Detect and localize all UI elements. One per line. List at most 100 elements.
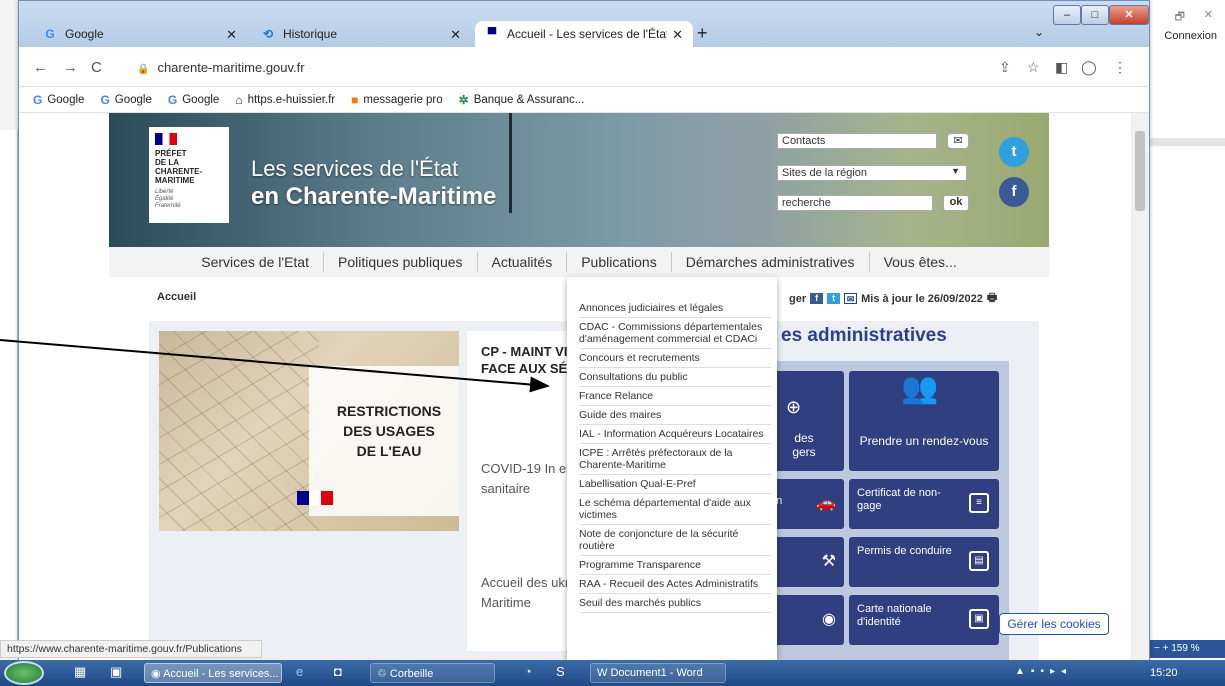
menu-item-concours[interactable]: Concours et recrutements: [579, 349, 771, 368]
tab-accueil-active[interactable]: ▀ Accueil - Les services de l'État en ✕: [475, 21, 693, 47]
bookmark-label: messagerie pro: [363, 93, 443, 106]
tile-certificat-non-gage[interactable]: Certificat de non-gage ≡: [849, 479, 999, 529]
taskbar-recycle-bin[interactable]: ♲ Corbeille: [370, 663, 495, 683]
star-icon[interactable]: ☆: [1027, 59, 1040, 76]
close-window-button[interactable]: ✕: [1109, 5, 1149, 25]
menu-item-qual-e-pref[interactable]: Labellisation Qual-E-Pref: [579, 475, 771, 494]
menu-item-france-relance[interactable]: France Relance: [579, 387, 771, 406]
forward-icon[interactable]: →: [63, 59, 78, 76]
bookmarks-bar: G Google G Google G Google ⌂ https.e-huissie…: [19, 87, 1149, 113]
sites-region-select[interactable]: Sites de la région ▼: [777, 165, 967, 181]
menu-item-seuil-marches[interactable]: Seuil des marchés publics: [579, 594, 771, 613]
url-field[interactable]: 🔒 charente-maritime.gouv.fr: [129, 56, 979, 80]
menu-item-schema-victimes[interactable]: Le schéma départemental d'aide aux victi…: [579, 494, 771, 525]
sidepanel-icon[interactable]: ◧: [1055, 59, 1068, 76]
nav-vous-etes[interactable]: Vous êtes...: [870, 252, 971, 272]
bookmark-banque[interactable]: ✲ Banque & Assuranc...: [459, 91, 585, 108]
menu-item-raa[interactable]: RAA - Recueil des Actes Administratifs: [579, 575, 771, 594]
menu-item-transparence[interactable]: Programme Transparence: [579, 556, 771, 575]
google-icon: G: [45, 27, 55, 41]
status-bar-url: https://www.charente-maritime.gouv.fr/Pu…: [0, 640, 262, 658]
site-title[interactable]: Les services de l'État en Charente-Marit…: [251, 155, 496, 211]
close-tab-icon[interactable]: ✕: [450, 27, 461, 43]
twitter-icon[interactable]: t: [999, 137, 1029, 167]
minimize-button[interactable]: –: [1053, 5, 1081, 25]
tab-historique[interactable]: ⟲ Historique ✕: [251, 21, 471, 47]
word-restore-icon[interactable]: 🗗: [1175, 8, 1185, 27]
twitter-share-icon[interactable]: t: [827, 293, 841, 304]
select-value: Sites de la région: [782, 167, 867, 179]
share-icon[interactable]: ⇪: [999, 59, 1011, 76]
facebook-share-icon[interactable]: f: [810, 293, 824, 304]
tile-rendez-vous[interactable]: 👥 Prendre un rendez-vous: [849, 371, 999, 471]
taskbar-word[interactable]: W Document1 - Word: [590, 663, 726, 683]
contacts-field[interactable]: Contacts: [777, 133, 937, 149]
mail-icon[interactable]: ✉: [947, 133, 969, 149]
mail-share-icon[interactable]: ✉: [844, 293, 858, 304]
tile-label: Permis de conduire: [857, 545, 952, 557]
word-zoom-level[interactable]: − + 159 %: [1148, 640, 1225, 658]
system-tray-icons[interactable]: ▲▪▪▸◂: [1015, 666, 1072, 677]
desktop-icon[interactable]: ▦: [74, 664, 86, 680]
explorer-icon[interactable]: ▣: [110, 664, 122, 680]
nav-demarches[interactable]: Démarches administratives: [672, 252, 870, 272]
skype-icon[interactable]: S: [556, 664, 565, 679]
bookmark-google[interactable]: G Google: [168, 91, 219, 108]
bookmark-label: Google: [47, 93, 85, 106]
breadcrumb[interactable]: Accueil: [157, 291, 196, 303]
car-icon: 🚗: [816, 495, 836, 512]
app-icon[interactable]: ◘: [334, 664, 342, 679]
scroll-thumb[interactable]: [1135, 131, 1145, 211]
french-flag-icon: [297, 491, 333, 505]
tab-search-icon[interactable]: ⌄: [1034, 25, 1044, 39]
taskbar-chrome[interactable]: ◉ Accueil - Les services...: [144, 663, 282, 683]
page-scrollbar[interactable]: [1131, 113, 1149, 661]
back-icon[interactable]: ←: [33, 59, 48, 76]
nav-services[interactable]: Services de l'Etat: [187, 252, 324, 272]
tile-permis-conduire[interactable]: Permis de conduire ▤: [849, 537, 999, 587]
word-scroll-track: [1150, 138, 1225, 146]
bookmark-messagerie[interactable]: ■ messagerie pro: [351, 91, 443, 108]
menu-item-ial[interactable]: IAL - Information Acquéreurs Locataires: [579, 425, 771, 444]
menu-item-guide-maires[interactable]: Guide des maires: [579, 406, 771, 425]
maximize-button[interactable]: □: [1081, 5, 1109, 25]
tab-google[interactable]: G Google ✕: [33, 21, 247, 47]
people-icon: 👥: [901, 372, 939, 405]
ie-icon[interactable]: e: [296, 664, 303, 679]
feature-image[interactable]: RESTRICTIONS DES USAGES DE L'EAU: [159, 331, 459, 531]
close-tab-icon[interactable]: ✕: [672, 27, 683, 43]
facebook-icon[interactable]: f: [999, 177, 1029, 207]
lock-icon: 🔒: [137, 64, 150, 75]
site-title-line2: en Charente-Maritime: [251, 183, 497, 210]
bookmark-huissier[interactable]: ⌂ https.e-huissier.fr: [235, 91, 335, 108]
start-button[interactable]: [4, 661, 44, 685]
nav-politiques[interactable]: Politiques publiques: [324, 252, 478, 272]
word-connexion-link[interactable]: Connexion: [1164, 30, 1217, 42]
menu-item-icpe[interactable]: ICPE : Arrêtés préfectoraux de la Charen…: [579, 444, 771, 475]
manage-cookies-button[interactable]: Gérer les cookies: [999, 613, 1109, 635]
prefet-logo[interactable]: PRÉFET DE LA CHARENTE- MARITIME Liberté É…: [149, 127, 229, 223]
nav-actualites[interactable]: Actualités: [478, 252, 568, 272]
reload-icon[interactable]: C: [91, 59, 102, 76]
search-input[interactable]: recherche: [777, 195, 933, 211]
bookmark-google[interactable]: G Google: [100, 91, 151, 108]
menu-item-cdac[interactable]: CDAC - Commissions départementales d'amé…: [579, 318, 771, 349]
menu-item-consultations[interactable]: Consultations du public: [579, 368, 771, 387]
license-icon: ▤: [969, 551, 989, 571]
profile-icon[interactable]: ◯: [1081, 59, 1097, 76]
menu-item-securite-routiere[interactable]: Note de conjoncture de la sécurité routi…: [579, 525, 771, 556]
print-icon[interactable]: 🖶: [987, 289, 997, 308]
bookmark-google[interactable]: G Google: [33, 91, 84, 108]
new-tab-button[interactable]: +: [697, 23, 708, 44]
flag-icon: ▀: [487, 27, 497, 41]
close-tab-icon[interactable]: ✕: [226, 27, 237, 43]
menu-icon[interactable]: ⋮: [1113, 59, 1127, 76]
search-ok-button[interactable]: ok: [943, 195, 969, 211]
site-title-line1: Les services de l'État: [251, 156, 459, 181]
edge-icon[interactable]: ◔: [524, 664, 532, 679]
nav-publications[interactable]: Publications: [567, 252, 672, 272]
taskbar-label: Accueil - Les services...: [163, 668, 279, 680]
tile-carte-identite[interactable]: Carte nationale d'identité ▣: [849, 595, 999, 645]
menu-item-annonces[interactable]: Annonces judiciaires et légales: [579, 299, 771, 318]
word-close-icon[interactable]: ✕: [1204, 8, 1213, 21]
